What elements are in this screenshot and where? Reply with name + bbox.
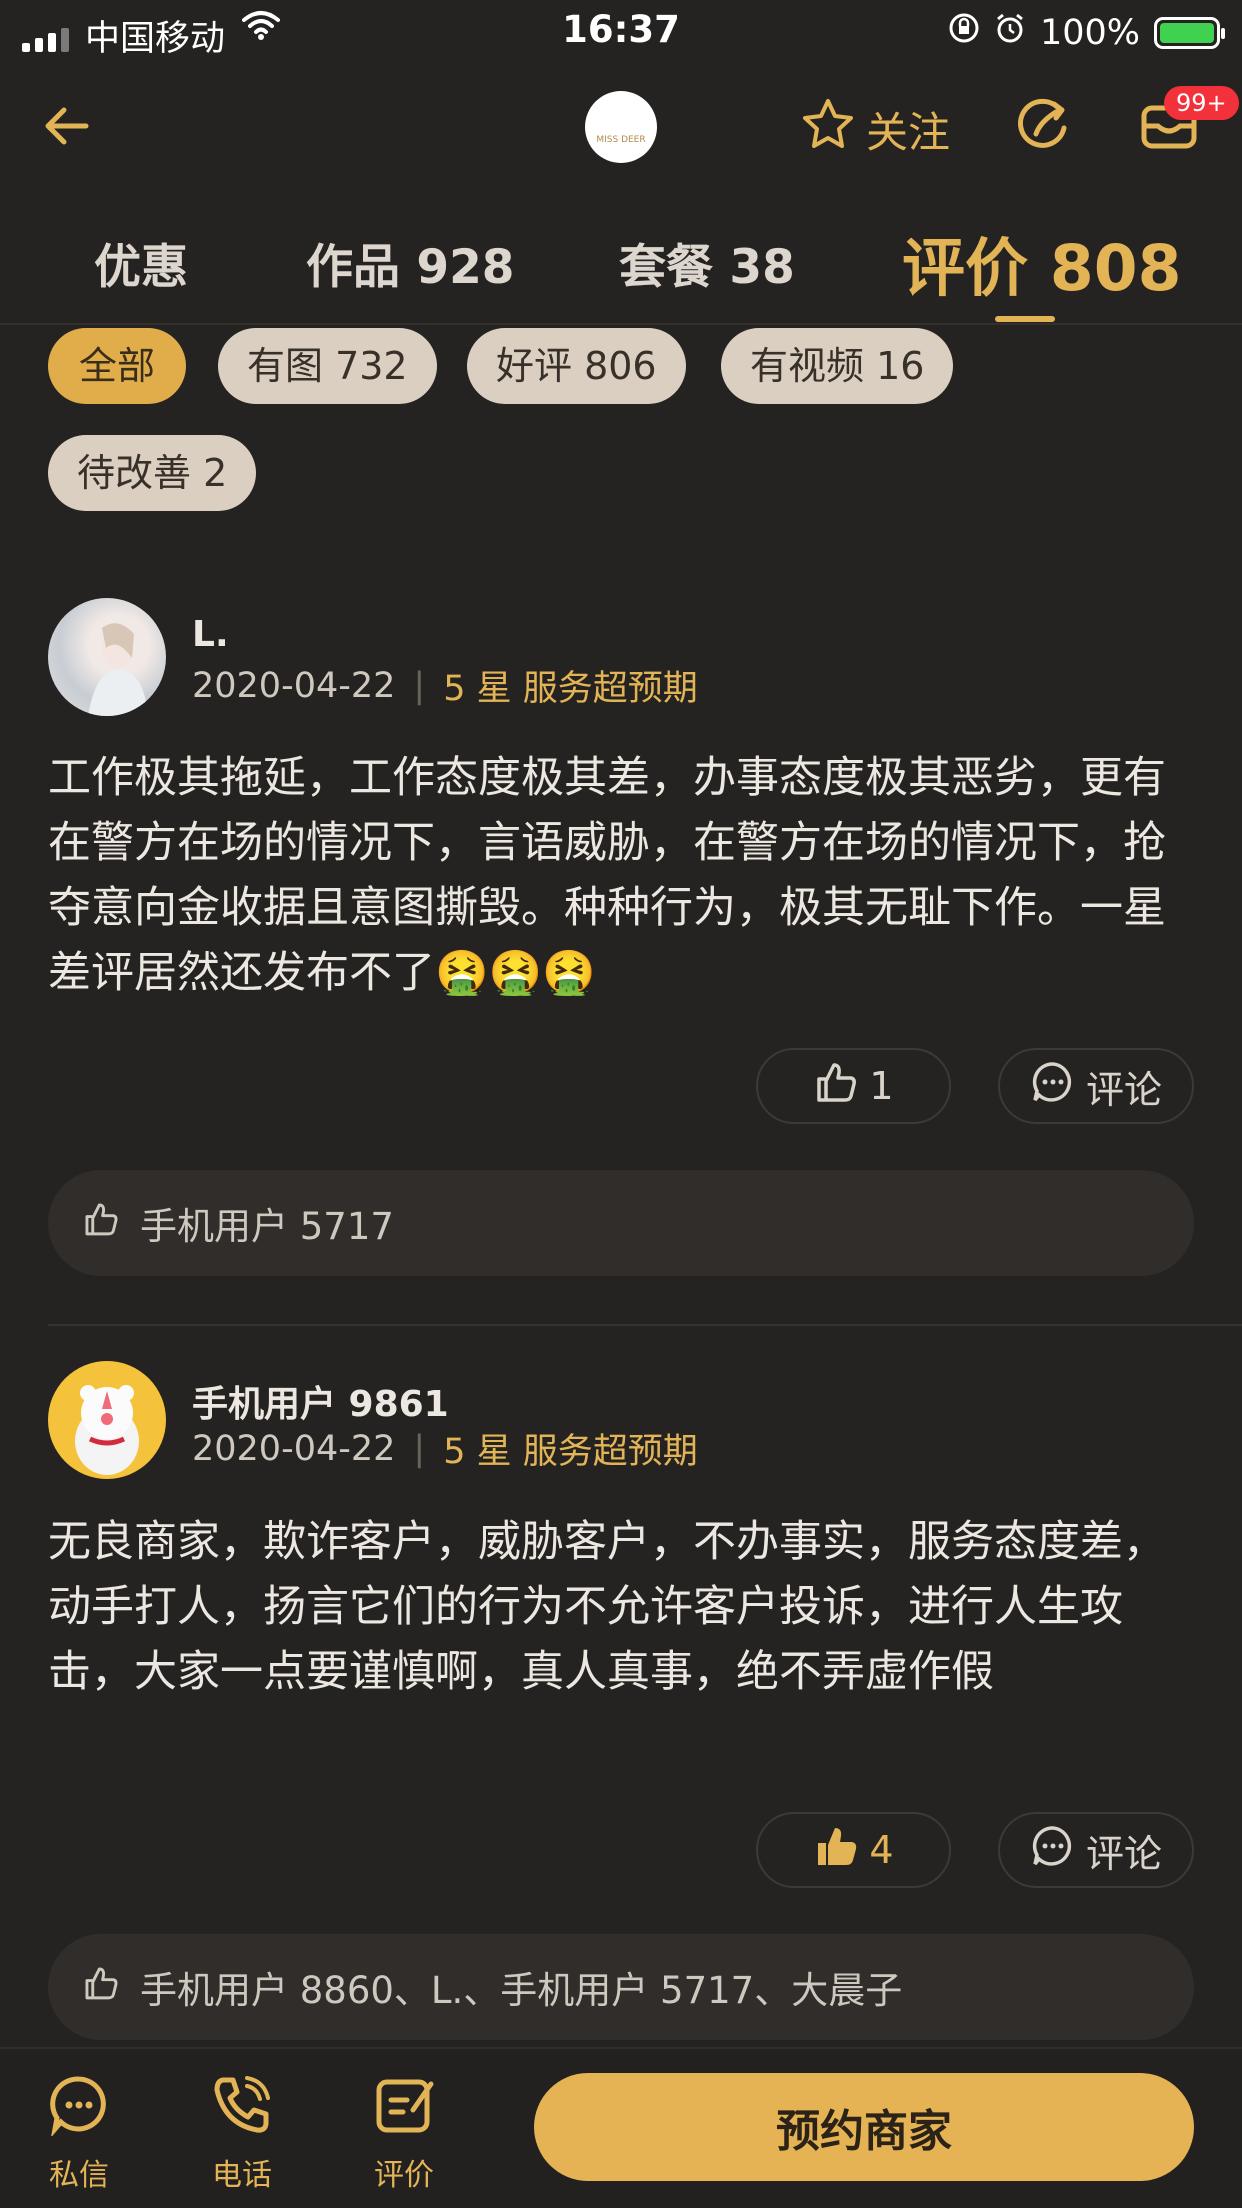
avatar[interactable] [48,598,166,716]
thumbs-up-filled-icon [813,1823,859,1878]
status-bar: 中国移动 16:37 100% [0,0,1242,62]
filter-needs-improvement[interactable]: 待改善 2 [48,435,257,511]
write-review-button[interactable]: 评价 [359,2074,449,2194]
review-username: L. [192,614,229,655]
like-button[interactable]: 4 [756,1812,951,1888]
tab-packages[interactable]: 套餐 38 [619,228,795,297]
review-label: 评价 [374,2158,434,2193]
review-meta: 2020-04-22 | 5 星 服务超预期 [192,1423,698,1474]
review-date: 2020-04-22 [192,665,396,706]
review-rating: 5 星 服务超预期 [443,1432,698,1472]
status-right: 100% [948,12,1225,53]
alarm-icon [994,12,1026,53]
avatar[interactable] [48,1361,166,1479]
review-text: 无良商家，欺诈客户，威胁客户，不办事实，服务态度差，动手打人，扬言它们的行为不允… [48,1517,1166,1697]
review-username: 手机用户 9861 [192,1384,449,1425]
battery-icon [1154,16,1225,49]
back-arrow-icon[interactable] [40,98,96,158]
tab-discount[interactable]: 优惠 [94,228,188,297]
thumbs-up-small-icon [82,1964,120,2011]
comment-label: 评论 [1085,1067,1162,1112]
like-button[interactable]: 1 [756,1048,951,1124]
chat-icon [48,2074,110,2144]
rotation-lock-icon [948,12,980,53]
message-label: 私信 [49,2158,109,2193]
battery-percent: 100% [1039,12,1140,53]
share-icon[interactable] [1016,98,1072,158]
filter-with-photos[interactable]: 有图 732 [218,328,437,404]
review-rating: 5 星 服务超预期 [443,669,698,709]
phone-icon [211,2074,273,2144]
active-tab-indicator [995,316,1055,322]
review-divider [48,1324,1242,1326]
notification-badge: 99+ [1164,86,1239,120]
phone-label: 电话 [212,2158,272,2193]
filter-positive[interactable]: 好评 806 [467,328,686,404]
book-merchant-button[interactable]: 预约商家 [534,2073,1194,2181]
review-meta: 2020-04-22 | 5 星 服务超预期 [192,660,698,711]
message-button[interactable]: 私信 [34,2074,124,2194]
follow-button[interactable]: 关注 [800,96,950,162]
merchant-logo[interactable]: MISS DEER [585,91,657,163]
star-outline-icon [800,96,856,162]
meta-separator: | [413,665,426,706]
review-text: 工作极其拖延，工作态度极其差，办事态度极其恶劣，更有在警方在场的情况下，言语威胁… [48,753,1166,998]
review-date: 2020-04-22 [192,1428,396,1469]
thumbs-up-icon [813,1059,859,1114]
tabs-divider [0,323,1242,325]
filter-all[interactable]: 全部 [48,328,186,404]
follow-label: 关注 [866,107,951,157]
liked-by-box: 手机用户 5717 [48,1170,1194,1276]
comment-button[interactable]: 评论 [998,1812,1194,1888]
edit-icon [373,2074,435,2144]
like-count: 4 [869,1828,894,1872]
tab-works[interactable]: 作品 928 [306,228,514,297]
meta-separator: | [413,1428,426,1469]
thumbs-up-small-icon [82,1200,120,1247]
comment-label: 评论 [1085,1831,1162,1876]
comment-button[interactable]: 评论 [998,1048,1194,1124]
liked-by-names[interactable]: 手机用户 8860、L.、手机用户 5717、大晨子 [140,1960,902,2014]
filter-with-video[interactable]: 有视频 16 [721,328,954,404]
liked-by-box: 手机用户 8860、L.、手机用户 5717、大晨子 [48,1934,1194,2040]
like-count: 1 [869,1064,894,1108]
comment-bubble-icon [1030,1059,1076,1114]
tab-reviews[interactable]: 评价 808 [902,218,1181,309]
comment-bubble-icon [1030,1823,1076,1878]
phone-button[interactable]: 电话 [197,2074,287,2194]
liked-by-names[interactable]: 手机用户 5717 [140,1196,394,1250]
